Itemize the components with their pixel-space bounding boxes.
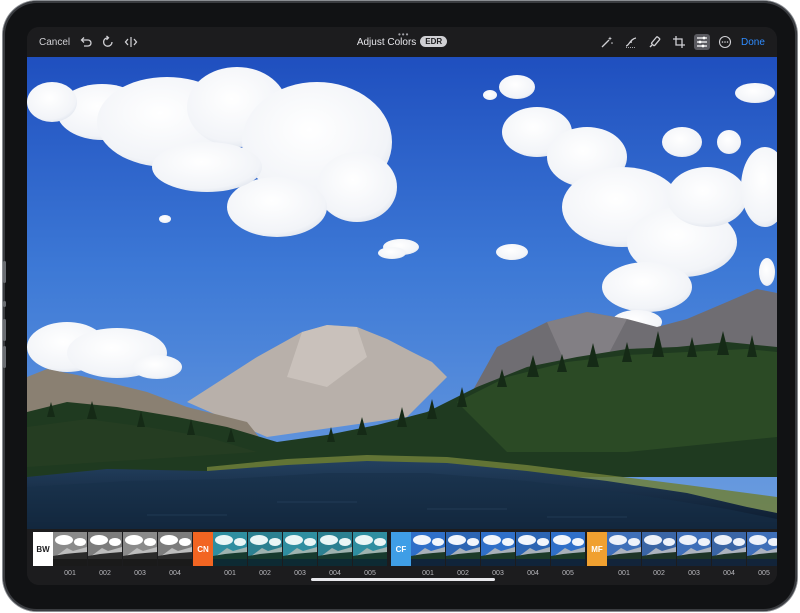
filter-label: 004 — [723, 570, 735, 577]
filter-thumbnail[interactable] — [353, 532, 387, 566]
title-area: ••• Adjust Colors EDR — [27, 30, 777, 48]
filter-thumbnail[interactable] — [516, 532, 550, 566]
filter-thumbnail[interactable] — [213, 532, 247, 566]
filter-group-bw[interactable]: BW — [33, 532, 53, 566]
filter-label: 001 — [224, 570, 236, 577]
top-toolbar: Cancel ••• Adjust Colors EDR Done — [27, 27, 777, 57]
side-dot — [3, 301, 6, 307]
filter-label: 001 — [422, 570, 434, 577]
filter-group-cn[interactable]: CN — [193, 532, 213, 566]
filter-thumbnail[interactable] — [411, 532, 445, 566]
filter-strip[interactable]: BW 001 002 003 004 CN 001 002 003 004 005 CF 001 002 0… — [27, 529, 777, 585]
filter-group-mf[interactable]: MF — [587, 532, 607, 566]
filter-label: 003 — [134, 570, 146, 577]
filter-label: 002 — [99, 570, 111, 577]
crop-icon[interactable] — [672, 35, 686, 49]
edr-badge[interactable]: EDR — [420, 36, 448, 47]
filter-thumbnail[interactable] — [53, 532, 87, 566]
filter-label: 002 — [457, 570, 469, 577]
filter-label: 003 — [294, 570, 306, 577]
filter-thumbnail[interactable] — [123, 532, 157, 566]
filter-thumbnail[interactable] — [283, 532, 317, 566]
filter-label: 003 — [492, 570, 504, 577]
filter-thumbnail[interactable] — [677, 532, 711, 566]
filter-label: 003 — [688, 570, 700, 577]
filter-label: 004 — [329, 570, 341, 577]
filter-thumbnail[interactable] — [318, 532, 352, 566]
filter-thumbnail[interactable] — [481, 532, 515, 566]
filter-label: 004 — [169, 570, 181, 577]
filter-label: 001 — [64, 570, 76, 577]
filter-thumbnail[interactable] — [551, 532, 585, 566]
side-button — [3, 346, 6, 368]
filter-label: 005 — [364, 570, 376, 577]
filter-thumbnail[interactable] — [642, 532, 676, 566]
app-screen: Cancel ••• Adjust Colors EDR Done BW 001… — [27, 27, 777, 585]
photo-canvas[interactable] — [27, 57, 777, 529]
sliders-icon[interactable] — [694, 34, 710, 50]
filter-thumbnail[interactable] — [607, 532, 641, 566]
done-button[interactable]: Done — [741, 37, 765, 48]
curves-icon[interactable] — [624, 35, 638, 49]
filter-thumbnail[interactable] — [712, 532, 746, 566]
filter-label: 002 — [259, 570, 271, 577]
filter-label: 002 — [653, 570, 665, 577]
filter-thumbnail[interactable] — [88, 532, 122, 566]
ipad-frame: Cancel ••• Adjust Colors EDR Done BW 001… — [3, 1, 797, 611]
filter-group-cf[interactable]: CF — [391, 532, 411, 566]
more-icon[interactable] — [718, 35, 732, 49]
home-indicator — [311, 578, 495, 581]
volume-up-button — [3, 261, 6, 283]
more-handle[interactable]: ••• — [398, 30, 409, 39]
filter-thumbnail[interactable] — [248, 532, 282, 566]
brush-icon[interactable] — [648, 35, 662, 49]
filter-label: 001 — [618, 570, 630, 577]
filter-label: 004 — [527, 570, 539, 577]
filter-thumbnail[interactable] — [446, 532, 480, 566]
landscape-photo — [27, 57, 777, 529]
filter-thumbnail[interactable] — [158, 532, 192, 566]
filter-label: 005 — [758, 570, 770, 577]
volume-down-button — [3, 319, 6, 341]
filter-thumbnail[interactable] — [747, 532, 777, 566]
filter-label: 005 — [562, 570, 574, 577]
auto-enhance-icon[interactable] — [600, 35, 614, 49]
